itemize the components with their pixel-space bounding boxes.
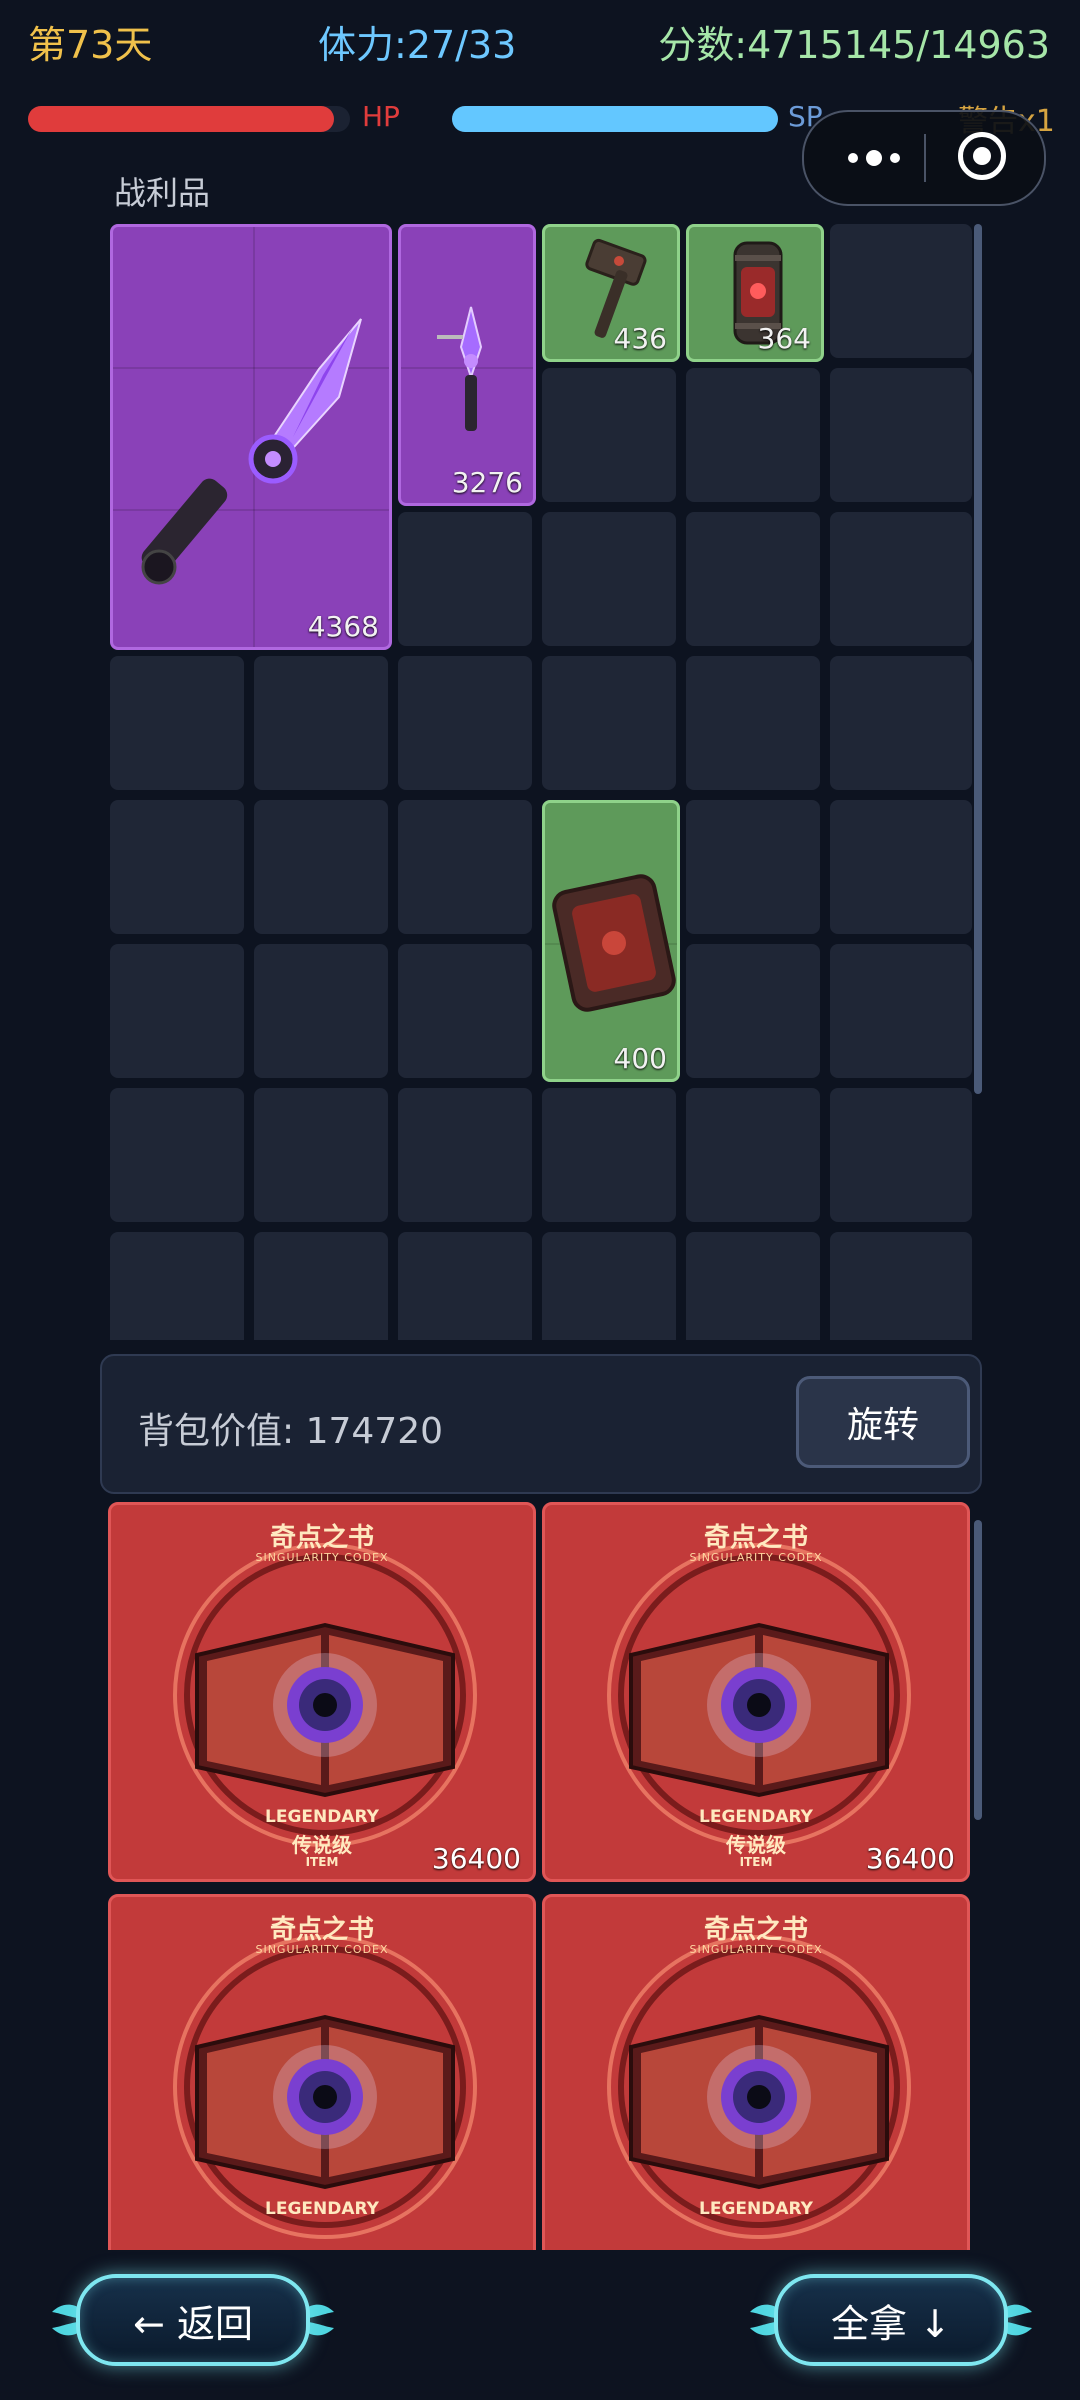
- day-counter: 第73天: [28, 23, 153, 67]
- hp-bar: [28, 106, 350, 132]
- codex-title: 奇点之书: [269, 1523, 374, 1553]
- capsule-divider: [924, 134, 926, 182]
- inventory-scrollbar[interactable]: [974, 1520, 982, 1820]
- loot-grid-cell[interactable]: [686, 1232, 820, 1340]
- item-value: 36400: [865, 1842, 955, 1875]
- codex-subtitle: SINGULARITY CODEX: [255, 1943, 389, 1956]
- loot-grid-cell[interactable]: [398, 800, 532, 934]
- sp-bar: [452, 106, 778, 132]
- status-bar: 第73天 体力:27/33 分数:4715145/14963: [0, 0, 1080, 90]
- tome-icon: [545, 874, 677, 1012]
- loot-grid-cell[interactable]: [110, 656, 244, 790]
- codex-title: 奇点之书: [703, 1915, 808, 1945]
- target-close-icon[interactable]: [958, 132, 1006, 180]
- loot-grid-cell[interactable]: [686, 1088, 820, 1222]
- hp-label: HP: [362, 100, 400, 133]
- take-all-button-label: 全拿 ↓: [831, 2301, 951, 2346]
- blade-icon: [401, 306, 533, 431]
- stamina-counter: 体力:27/33: [318, 23, 517, 67]
- loot-grid-cell[interactable]: [110, 1088, 244, 1222]
- loot-item-purple-blade[interactable]: 3276: [398, 224, 536, 506]
- take-all-button[interactable]: 全拿 ↓: [746, 2260, 1036, 2380]
- loot-grid-cell[interactable]: [830, 1232, 972, 1340]
- sp-bar-fill: [452, 106, 778, 132]
- item-value: 4368: [307, 610, 379, 643]
- loot-grid: 4368 3276 436 364 400: [110, 224, 976, 1340]
- item-value: 36400: [431, 1842, 521, 1875]
- item-value: 400: [613, 1042, 667, 1075]
- loot-grid-cell[interactable]: [254, 944, 388, 1078]
- loot-grid-cell[interactable]: [254, 1088, 388, 1222]
- loot-grid-cell[interactable]: [398, 512, 532, 646]
- hp-bar-fill: [28, 106, 334, 132]
- loot-grid-cell[interactable]: [542, 1088, 676, 1222]
- backpack-panel: 背包价值: 174720 旋转: [100, 1354, 982, 1494]
- item-value: 3276: [451, 466, 523, 499]
- loot-grid-cell[interactable]: [830, 368, 972, 502]
- loot-grid-cell[interactable]: [830, 944, 972, 1078]
- inventory-item-codex[interactable]: 奇点之书 SINGULARITY CODEX LEGENDARY 传说级 ITE…: [108, 1502, 536, 1882]
- inventory-grid: 奇点之书 SINGULARITY CODEX LEGENDARY 传说级 ITE…: [108, 1502, 974, 2250]
- loot-item-green-tome[interactable]: 400: [542, 800, 680, 1082]
- loot-grid-cell[interactable]: [542, 512, 676, 646]
- loot-item-green-hammer[interactable]: 436: [542, 224, 680, 362]
- loot-item-purple-dagger[interactable]: 4368: [110, 224, 392, 650]
- loot-item-green-canister[interactable]: 364: [686, 224, 824, 362]
- score-counter: 分数:4715145/14963: [658, 23, 1050, 67]
- loot-title: 战利品: [114, 174, 211, 212]
- loot-grid-cell[interactable]: [686, 656, 820, 790]
- codex-subtitle: SINGULARITY CODEX: [689, 1943, 823, 1956]
- loot-grid-cell[interactable]: [686, 800, 820, 934]
- loot-grid-cell[interactable]: [542, 656, 676, 790]
- item-value: 436: [613, 322, 667, 355]
- loot-grid-cell[interactable]: [398, 1088, 532, 1222]
- loot-grid-cell[interactable]: [110, 800, 244, 934]
- codex-title: 奇点之书: [703, 1523, 808, 1553]
- loot-grid-cell[interactable]: [830, 656, 972, 790]
- rotate-button[interactable]: 旋转: [796, 1376, 970, 1468]
- loot-grid-cell[interactable]: [830, 224, 972, 358]
- codex-rarity: LEGENDARY: [265, 1807, 379, 1827]
- loot-grid-cell[interactable]: [830, 512, 972, 646]
- loot-grid-cell[interactable]: [398, 1232, 532, 1340]
- codex-title: 奇点之书: [269, 1915, 374, 1945]
- loot-grid-cell[interactable]: [542, 1232, 676, 1340]
- more-dots-icon[interactable]: [834, 140, 914, 176]
- loot-grid-cell[interactable]: [254, 656, 388, 790]
- inventory-item-codex[interactable]: 奇点之书 SINGULARITY CODEX LEGENDARY: [542, 1894, 970, 2250]
- inventory-item-codex[interactable]: 奇点之书 SINGULARITY CODEX LEGENDARY 传说级 ITE…: [542, 1502, 970, 1882]
- item-value: 364: [757, 322, 811, 355]
- loot-grid-cell[interactable]: [254, 1232, 388, 1340]
- loot-grid-cell[interactable]: [110, 944, 244, 1078]
- loot-scrollbar[interactable]: [974, 224, 982, 1094]
- codex-subtitle: SINGULARITY CODEX: [255, 1551, 389, 1564]
- dagger-icon: [113, 227, 389, 647]
- loot-grid-cell[interactable]: [830, 800, 972, 934]
- miniprogram-capsule: [802, 110, 1046, 206]
- back-button[interactable]: ← 返回: [48, 2260, 338, 2380]
- loot-grid-cell[interactable]: [398, 656, 532, 790]
- loot-grid-cell[interactable]: [542, 368, 676, 502]
- codex-rarity: LEGENDARY: [699, 2199, 813, 2219]
- codex-rarity: LEGENDARY: [699, 1807, 813, 1827]
- loot-grid-cell[interactable]: [254, 800, 388, 934]
- loot-grid-cell[interactable]: [110, 1232, 244, 1340]
- codex-subtitle: SINGULARITY CODEX: [689, 1551, 823, 1564]
- loot-grid-cell[interactable]: [686, 512, 820, 646]
- loot-grid-cell[interactable]: [686, 368, 820, 502]
- back-button-label: ← 返回: [133, 2301, 253, 2346]
- backpack-value: 背包价值: 174720: [138, 1411, 443, 1452]
- codex-rarity: LEGENDARY: [265, 2199, 379, 2219]
- loot-grid-cell[interactable]: [830, 1088, 972, 1222]
- loot-grid-cell[interactable]: [398, 944, 532, 1078]
- inventory-item-codex[interactable]: 奇点之书 SINGULARITY CODEX LEGENDARY: [108, 1894, 536, 2250]
- loot-grid-cell[interactable]: [686, 944, 820, 1078]
